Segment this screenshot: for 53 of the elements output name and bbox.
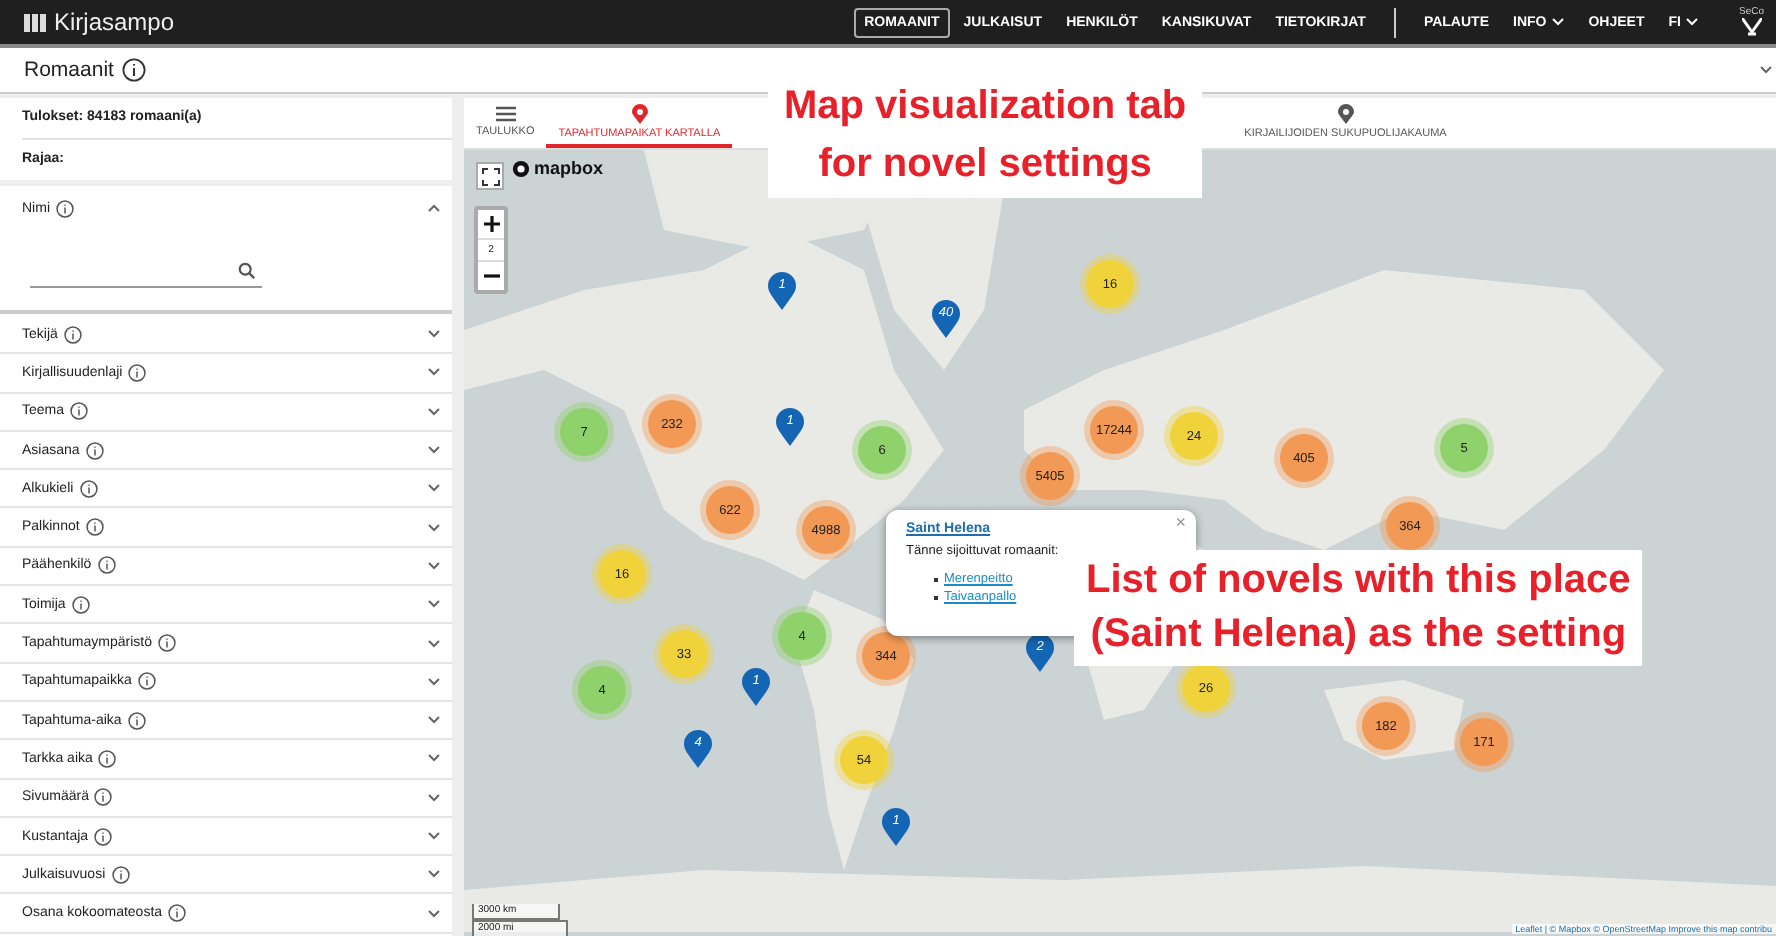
chevron-icon[interactable] [428, 446, 440, 455]
page-title: Romaanit [24, 58, 114, 82]
info-icon[interactable] [157, 634, 176, 653]
chevron-icon[interactable] [428, 561, 440, 570]
info-icon[interactable] [94, 788, 113, 807]
chevron-icon[interactable] [428, 484, 440, 493]
zoom-in-button[interactable] [478, 210, 504, 238]
chevron-icon[interactable] [428, 716, 440, 725]
chevron-icon[interactable] [428, 793, 440, 802]
info-icon[interactable] [79, 479, 98, 498]
chevron-icon[interactable] [428, 368, 440, 377]
info-icon[interactable] [121, 58, 146, 82]
chevron-icon[interactable] [428, 832, 440, 840]
search-field[interactable] [30, 262, 262, 288]
info-icon[interactable] [97, 556, 116, 575]
location-pin-icon[interactable] [1337, 103, 1354, 123]
chevron-icon[interactable] [428, 639, 440, 648]
search-icon[interactable] [238, 262, 256, 280]
annotation-callout: List of novels with this place (Saint Helena) as the setting [1074, 550, 1643, 666]
app-title[interactable]: Kirjasampo [54, 8, 175, 36]
chevron-icon[interactable] [428, 330, 440, 339]
chevron-icon[interactable] [428, 523, 440, 532]
info-icon[interactable] [111, 865, 130, 884]
info-icon[interactable] [63, 325, 82, 344]
fullscreen-icon[interactable] [481, 167, 499, 185]
chevron-icon[interactable] [428, 754, 440, 763]
collapse-chevron-icon[interactable] [1760, 66, 1772, 74]
list-icon[interactable] [495, 105, 516, 121]
location-pin-icon[interactable] [631, 103, 648, 123]
info-icon[interactable] [56, 199, 74, 217]
caret-icon[interactable] [1552, 18, 1565, 26]
plus-icon[interactable] [483, 216, 499, 232]
info-icon[interactable] [70, 402, 89, 421]
chevron-icon[interactable] [428, 407, 440, 416]
info-icon[interactable] [71, 595, 90, 614]
chevron-icon[interactable] [428, 600, 440, 609]
info-icon[interactable] [85, 441, 104, 460]
info-icon[interactable] [137, 672, 156, 691]
info-icon[interactable] [168, 904, 187, 923]
minus-icon[interactable] [483, 268, 499, 284]
fullscreen-button[interactable] [476, 162, 504, 190]
caret-icon[interactable] [1686, 18, 1699, 26]
info-icon[interactable] [127, 711, 146, 730]
chevron-icon[interactable] [428, 204, 440, 212]
info-icon[interactable] [128, 363, 147, 382]
mapbox-logo[interactable]: mapbox [512, 158, 604, 178]
info-icon[interactable] [85, 518, 104, 537]
chevron-icon[interactable] [428, 870, 440, 879]
chevron-icon[interactable] [428, 909, 440, 918]
info-icon[interactable] [94, 827, 113, 845]
chevron-icon[interactable] [428, 677, 440, 686]
info-icon[interactable] [98, 749, 117, 768]
books-logo-icon [24, 11, 46, 33]
